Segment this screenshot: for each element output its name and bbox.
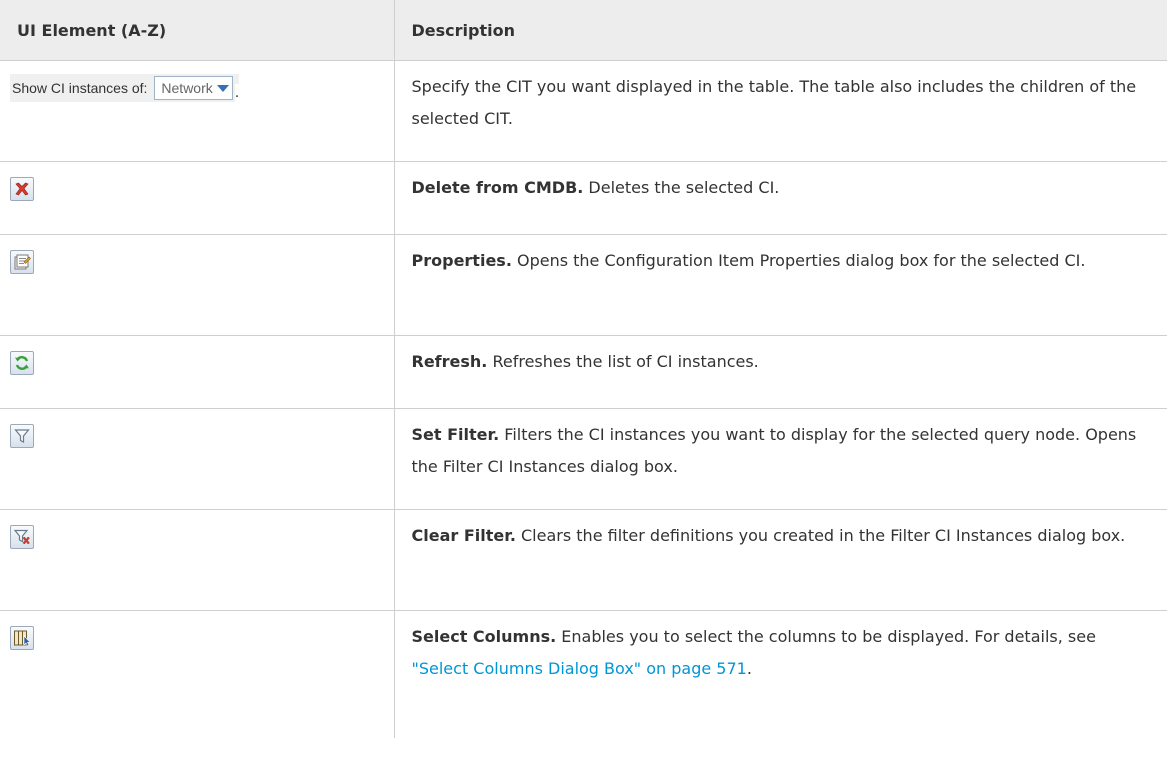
description-cell: Set Filter. Filters the CI instances you… [393, 408, 1167, 510]
description-text: Deletes the selected CI. [583, 178, 780, 197]
header-ui-element: UI Element (A-Z) [0, 0, 395, 61]
description-cell: Delete from CMDB. Deletes the selected C… [393, 161, 1167, 235]
description-cell: Clear Filter. Clears the filter definiti… [393, 509, 1167, 611]
description-text: Specify the CIT you want displayed in th… [411, 77, 1137, 128]
description-title: Properties. [411, 251, 512, 270]
ui-element-cell [0, 408, 395, 510]
table-header-row: UI Element (A-Z) Description [0, 0, 1167, 61]
description-text: Clears the filter definitions you create… [515, 526, 1126, 545]
trailing-period: . [234, 84, 240, 102]
table-row: Properties. Opens the Configuration Item… [0, 234, 1167, 336]
description-cell: Properties. Opens the Configuration Item… [393, 234, 1167, 336]
refresh-icon[interactable] [10, 351, 34, 375]
description-title: Set Filter. [411, 425, 500, 444]
description-text: Opens the Configuration Item Properties … [511, 251, 1086, 270]
chevron-down-icon[interactable] [216, 85, 229, 92]
ui-element-cell: Show CI instances of: Network . [0, 60, 395, 162]
description-title: Select Columns. [411, 627, 557, 646]
ui-element-cell [0, 335, 395, 409]
properties-icon[interactable] [10, 250, 34, 274]
cit-dropdown-value: Network [161, 80, 213, 96]
ui-element-cell [0, 509, 395, 611]
cit-dropdown[interactable]: Network [154, 76, 233, 100]
description-cell: Select Columns. Enables you to select th… [393, 610, 1167, 738]
show-ci-instances-control: Show CI instances of: Network . [10, 74, 240, 102]
select-columns-dialog-link[interactable]: "Select Columns Dialog Box" on page 571 [412, 659, 747, 678]
table-row: Delete from CMDB. Deletes the selected C… [0, 161, 1167, 235]
ui-elements-table: UI Element (A-Z) Description Show CI ins… [0, 0, 1167, 738]
description-cell: Specify the CIT you want displayed in th… [393, 60, 1167, 162]
table-row: Set Filter. Filters the CI instances you… [0, 408, 1167, 510]
description-text: Filters the CI instances you want to dis… [411, 425, 1137, 476]
ui-element-cell [0, 161, 395, 235]
description-title: Delete from CMDB. [411, 178, 584, 197]
description-text-end: . [746, 659, 752, 678]
description-title: Refresh. [411, 352, 488, 371]
description-cell: Refresh. Refreshes the list of CI instan… [393, 335, 1167, 409]
table-row: Clear Filter. Clears the filter definiti… [0, 509, 1167, 611]
filter-icon[interactable] [10, 424, 34, 448]
show-ci-instances-label: Show CI instances of: [12, 80, 148, 96]
table-row: Show CI instances of: Network . Specify … [0, 60, 1167, 162]
description-text: Enables you to select the columns to be … [556, 627, 1096, 646]
select-columns-icon[interactable] [10, 626, 34, 650]
header-description: Description [393, 0, 1167, 61]
ui-element-cell [0, 610, 395, 738]
ui-element-cell [0, 234, 395, 336]
description-title: Clear Filter. [411, 526, 516, 545]
delete-icon[interactable] [10, 177, 34, 201]
clear-filter-icon[interactable] [10, 525, 34, 549]
table-row: Refresh. Refreshes the list of CI instan… [0, 335, 1167, 409]
table-row: Select Columns. Enables you to select th… [0, 610, 1167, 738]
description-text: Refreshes the list of CI instances. [487, 352, 759, 371]
